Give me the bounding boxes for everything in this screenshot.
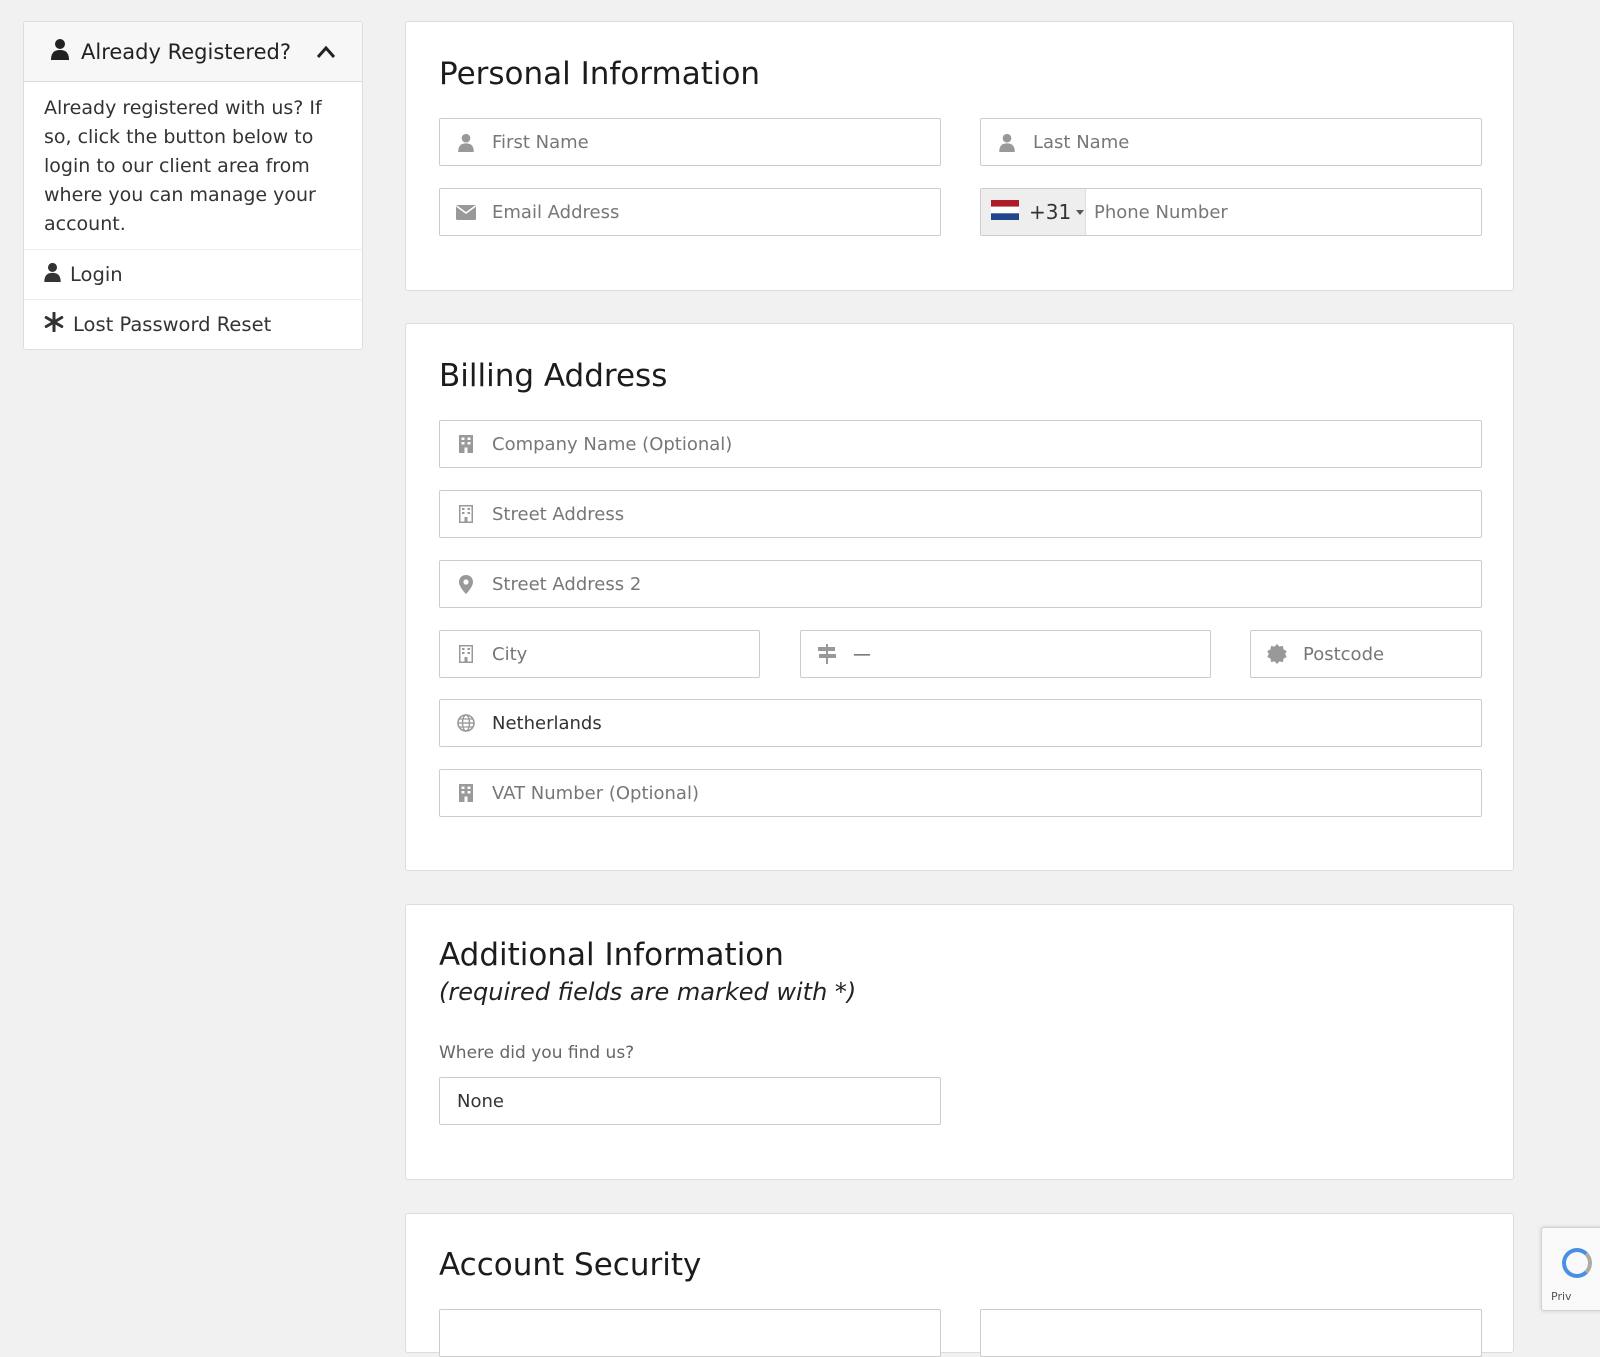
panel-header[interactable]: Already Registered? — [24, 22, 362, 82]
postcode-input[interactable] — [1303, 631, 1481, 677]
phone-input[interactable] — [1086, 189, 1481, 235]
caret-down-icon — [1076, 209, 1085, 215]
phone-field[interactable]: +31 — [980, 188, 1482, 236]
city-field[interactable] — [439, 630, 760, 678]
section-title: Billing Address — [439, 358, 668, 394]
company-name-field[interactable] — [439, 420, 1482, 468]
email-input[interactable] — [492, 189, 940, 235]
find-us-label: Where did you find us? — [439, 1043, 635, 1063]
envelope-icon — [440, 204, 492, 220]
country-value: Netherlands — [492, 712, 602, 734]
country-code: +31 — [1029, 200, 1072, 224]
personal-information-card: Personal Information +31 — [405, 21, 1514, 291]
user-icon — [440, 133, 492, 152]
building-outline-icon — [440, 645, 492, 663]
last-name-field[interactable] — [980, 118, 1482, 166]
user-icon — [981, 133, 1033, 152]
find-us-select[interactable]: None — [439, 1077, 941, 1125]
country-select[interactable]: Netherlands — [439, 699, 1482, 747]
section-title: Account Security — [439, 1247, 702, 1283]
password-field[interactable] — [439, 1309, 941, 1357]
vat-number-input[interactable] — [492, 770, 1481, 816]
required-fields-note: (required fields are marked with *) — [439, 978, 857, 1006]
city-input[interactable] — [492, 631, 759, 677]
first-name-input[interactable] — [492, 119, 940, 165]
login-link[interactable]: Login — [24, 249, 362, 299]
street-address-input[interactable] — [492, 491, 1481, 537]
asterisk-icon — [44, 311, 64, 337]
company-name-input[interactable] — [492, 421, 1481, 467]
netherlands-flag-icon — [991, 200, 1019, 224]
section-title: Personal Information — [439, 56, 761, 92]
last-name-input[interactable] — [1033, 119, 1481, 165]
confirm-password-field[interactable] — [980, 1309, 1482, 1357]
panel-description: Already registered with us? If so, click… — [44, 97, 322, 235]
account-security-card: Account Security — [405, 1213, 1514, 1357]
billing-address-card: Billing Address — — [405, 323, 1514, 871]
street-address-2-input[interactable] — [492, 561, 1481, 607]
panel-title: Already Registered? — [81, 39, 291, 64]
street-address-field[interactable] — [439, 490, 1482, 538]
lost-password-link[interactable]: Lost Password Reset — [24, 299, 362, 349]
vat-number-field[interactable] — [439, 769, 1482, 817]
building-outline-icon — [440, 505, 492, 523]
state-value: — — [853, 643, 871, 665]
additional-information-card: Additional Information (required fields … — [405, 904, 1514, 1180]
lost-password-label: Lost Password Reset — [73, 313, 272, 336]
globe-icon — [440, 714, 492, 732]
certificate-icon — [1251, 644, 1303, 664]
country-code-selector[interactable]: +31 — [981, 189, 1086, 235]
map-marker-icon — [440, 574, 492, 594]
postcode-field[interactable] — [1250, 630, 1482, 678]
already-registered-panel: Already Registered? Already registered w… — [23, 21, 363, 350]
signpost-icon — [801, 644, 853, 664]
street-address-2-field[interactable] — [439, 560, 1482, 608]
recaptcha-logo-icon — [1562, 1248, 1592, 1278]
chevron-up-icon[interactable] — [316, 40, 336, 64]
login-label: Login — [70, 263, 123, 286]
state-select[interactable]: — — [800, 630, 1211, 678]
building-icon — [440, 784, 492, 802]
building-icon — [440, 435, 492, 453]
user-icon — [51, 38, 69, 65]
email-field[interactable] — [439, 188, 941, 236]
recaptcha-privacy-text: Priv — [1551, 1290, 1572, 1303]
section-title: Additional Information — [439, 937, 784, 973]
user-icon — [44, 262, 61, 287]
recaptcha-badge[interactable]: Priv — [1541, 1227, 1600, 1311]
first-name-field[interactable] — [439, 118, 941, 166]
